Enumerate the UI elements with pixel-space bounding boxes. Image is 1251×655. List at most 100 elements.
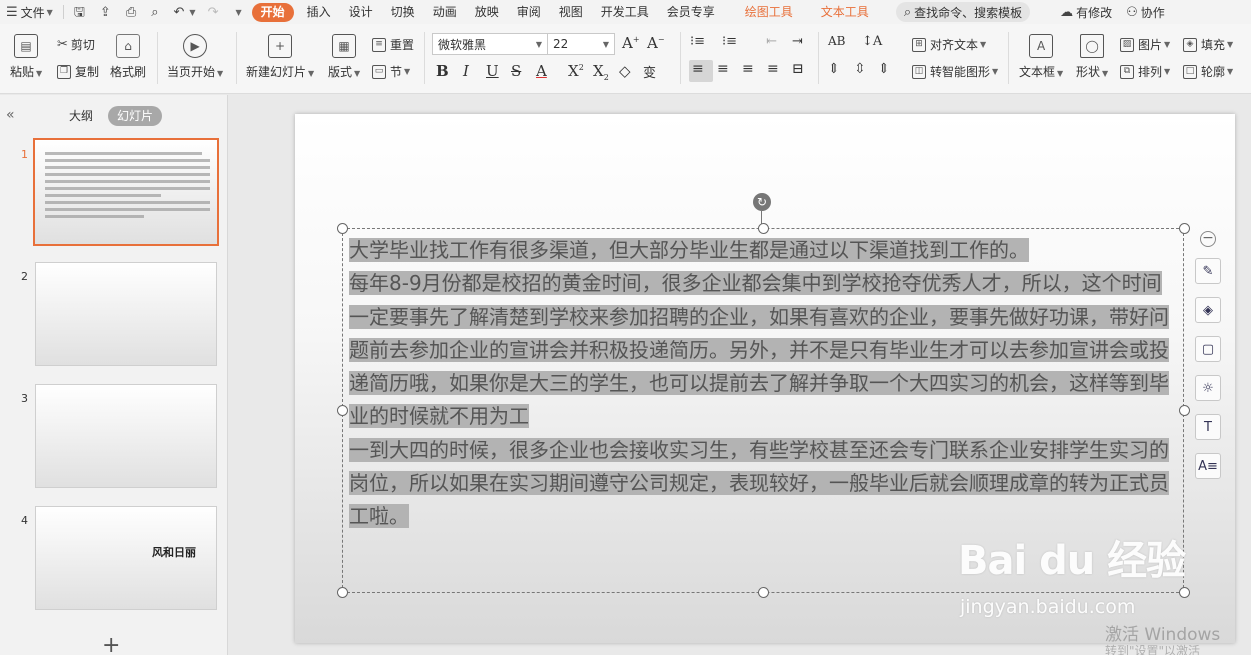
align-right-button[interactable]: ≡ bbox=[742, 61, 754, 77]
print-preview-button[interactable]: ⌕ bbox=[145, 0, 167, 24]
text-effect-button[interactable]: T bbox=[1195, 414, 1221, 440]
bold-button[interactable]: B bbox=[436, 62, 449, 80]
slide-number: 1 bbox=[21, 148, 28, 161]
text-direction-button[interactable]: AB bbox=[828, 34, 845, 48]
smart-art-button[interactable]: ◫ 转智能图形 ▼ bbox=[912, 63, 998, 80]
picture-button[interactable]: ▨ 图片 ▼ bbox=[1120, 36, 1170, 53]
idea-button[interactable]: ☼ bbox=[1195, 375, 1221, 401]
tab-text-tools[interactable]: 文本工具 bbox=[812, 0, 878, 24]
text-content[interactable]: 大学毕业找工作有很多渠道，但大部分毕业生都是通过以下渠道找到工作的。 每年8-9… bbox=[349, 234, 1179, 534]
decrease-indent-button[interactable]: ⇤ bbox=[766, 34, 777, 49]
resize-handle[interactable] bbox=[758, 223, 769, 234]
justify-button[interactable]: ≡ bbox=[767, 61, 779, 77]
tab-member[interactable]: 会员专享 bbox=[658, 0, 724, 24]
arrange-icon: ⧉ bbox=[1120, 64, 1134, 79]
distributed-button[interactable]: ⊟ bbox=[792, 61, 804, 77]
collapse-toolbar-icon[interactable]: − bbox=[1200, 231, 1216, 247]
resize-handle[interactable] bbox=[1179, 587, 1190, 598]
play-from-current-button[interactable]: ▶ 当页开始 ▼ bbox=[167, 34, 223, 80]
revise-button[interactable]: ☁ 有修改 bbox=[1060, 4, 1112, 21]
paragraph-spacing-button[interactable]: ⇕ bbox=[878, 61, 890, 77]
chevron-down-icon: ▼ bbox=[189, 7, 196, 17]
tab-transition[interactable]: 切换 bbox=[382, 0, 424, 24]
sort-button[interactable]: ↕A bbox=[862, 34, 882, 49]
cloud-icon: ☁ bbox=[1060, 4, 1074, 20]
grow-font-button[interactable]: A+ bbox=[622, 34, 640, 52]
font-family-select[interactable]: 微软雅黑 ▼ bbox=[432, 33, 548, 55]
section-button[interactable]: ▭ 节 ▼ bbox=[372, 63, 410, 80]
pen-style-button[interactable]: ✎ bbox=[1195, 258, 1221, 284]
columns-button[interactable]: ⇳ bbox=[854, 61, 866, 77]
font-size-select[interactable]: 22 ▼ bbox=[547, 33, 615, 55]
align-text-button[interactable]: ⊞ 对齐文本 ▼ bbox=[912, 36, 986, 53]
copy-button[interactable]: ❐ 复制 bbox=[57, 63, 99, 80]
tab-slideshow[interactable]: 放映 bbox=[466, 0, 508, 24]
arrange-button[interactable]: ⧉ 排列 ▼ bbox=[1120, 63, 1170, 80]
tab-animation[interactable]: 动画 bbox=[424, 0, 466, 24]
collapse-panel-icon[interactable]: « bbox=[6, 107, 15, 123]
baidu-watermark-logo: Bai du 经验 bbox=[958, 538, 1186, 584]
tab-slides[interactable]: 幻灯片 bbox=[108, 106, 163, 126]
italic-button[interactable]: I bbox=[463, 62, 469, 80]
tab-drawing-tools[interactable]: 绘图工具 bbox=[736, 0, 802, 24]
quick-access-more[interactable]: ▼ bbox=[227, 0, 247, 24]
rotate-handle-icon[interactable]: ↻ bbox=[753, 193, 771, 211]
resize-handle[interactable] bbox=[337, 223, 348, 234]
shrink-font-button[interactable]: A− bbox=[647, 34, 665, 52]
save-button[interactable]: 🖫 bbox=[68, 0, 94, 24]
layout-button[interactable]: ▦ 版式 ▼ bbox=[328, 34, 360, 80]
format-painter-button[interactable]: ⌂ 格式刷 bbox=[110, 34, 146, 80]
strikethrough-button[interactable]: S bbox=[511, 62, 521, 80]
new-slide-button[interactable]: + 新建幻灯片 ▼ bbox=[246, 34, 314, 80]
resize-handle[interactable] bbox=[758, 587, 769, 598]
slide-thumbnail-4[interactable]: 风和日丽 bbox=[35, 506, 217, 610]
bullets-button[interactable]: ⁝≡ bbox=[690, 34, 705, 49]
resize-handle[interactable] bbox=[337, 405, 348, 416]
tab-review[interactable]: 审阅 bbox=[508, 0, 550, 24]
resize-handle[interactable] bbox=[337, 587, 348, 598]
file-menu[interactable]: ☰ 文件 ▼ bbox=[0, 0, 59, 24]
tab-developer[interactable]: 开发工具 bbox=[592, 0, 658, 24]
font-color-button[interactable]: A bbox=[536, 62, 547, 80]
resize-handle[interactable] bbox=[1179, 405, 1190, 416]
shape-fill-button[interactable]: ◈ bbox=[1195, 297, 1221, 323]
redo-button[interactable]: ↷ bbox=[202, 0, 228, 24]
tab-outline[interactable]: 大纲 bbox=[60, 106, 102, 126]
superscript-button[interactable]: X2 bbox=[568, 62, 584, 80]
resize-handle[interactable] bbox=[1179, 223, 1190, 234]
tab-design[interactable]: 设计 bbox=[340, 0, 382, 24]
paragraph: 每年8-9月份都是校招的黄金时间，很多企业都会集中到学校抢夺优秀人才，所以，这个… bbox=[349, 271, 1169, 429]
undo-button[interactable]: ↶ ▼ bbox=[168, 0, 202, 24]
tab-insert[interactable]: 插入 bbox=[298, 0, 340, 24]
shape-button[interactable]: ◯ 形状 ▼ bbox=[1076, 34, 1108, 80]
slide-thumbnail-3[interactable] bbox=[35, 384, 217, 488]
print-button[interactable]: ⎙ bbox=[120, 0, 145, 24]
numbering-button[interactable]: ⁝≡ bbox=[722, 34, 737, 49]
tab-home[interactable]: 开始 bbox=[251, 2, 294, 22]
text-box-button[interactable]: A 文本框 ▼ bbox=[1019, 34, 1063, 80]
align-left-button[interactable]: ≡ bbox=[692, 61, 704, 77]
shape-outline-button[interactable]: ▢ bbox=[1195, 336, 1221, 362]
phonetic-button[interactable]: 变 bbox=[643, 62, 656, 81]
slide-thumbnail-2[interactable] bbox=[35, 262, 217, 366]
subscript-button[interactable]: X2 bbox=[593, 62, 609, 82]
line-spacing-button[interactable]: ⇕ bbox=[828, 61, 840, 77]
pen-icon: ✎ bbox=[1202, 263, 1214, 279]
clear-format-button[interactable]: ◇ bbox=[619, 62, 631, 80]
fill-button[interactable]: ◈ 填充 ▼ bbox=[1183, 36, 1233, 53]
underline-button[interactable]: U bbox=[486, 62, 499, 80]
command-search[interactable]: ⌕ 查找命令、搜索模板 bbox=[895, 2, 1031, 22]
export-button[interactable]: ⇪ bbox=[94, 0, 120, 24]
increase-indent-button[interactable]: ⇥ bbox=[792, 34, 803, 49]
collab-button[interactable]: ⚇ 协作 bbox=[1126, 4, 1165, 21]
outline-button[interactable]: □ 轮廓 ▼ bbox=[1183, 63, 1233, 80]
cut-button[interactable]: ✂ 剪切 bbox=[57, 36, 95, 53]
paste-button[interactable]: ▤ 粘贴 ▼ bbox=[10, 34, 42, 80]
slides-panel: « 大纲 幻灯片 1 2 3 4 风和日丽 + bbox=[0, 95, 228, 655]
slide-thumbnail-1[interactable] bbox=[33, 138, 219, 246]
tab-view[interactable]: 视图 bbox=[550, 0, 592, 24]
text-format-button[interactable]: A≡ bbox=[1195, 453, 1221, 479]
add-slide-button[interactable]: + bbox=[102, 633, 120, 655]
align-center-button[interactable]: ≡ bbox=[717, 61, 729, 77]
reset-button[interactable]: ≡ 重置 bbox=[372, 36, 414, 53]
